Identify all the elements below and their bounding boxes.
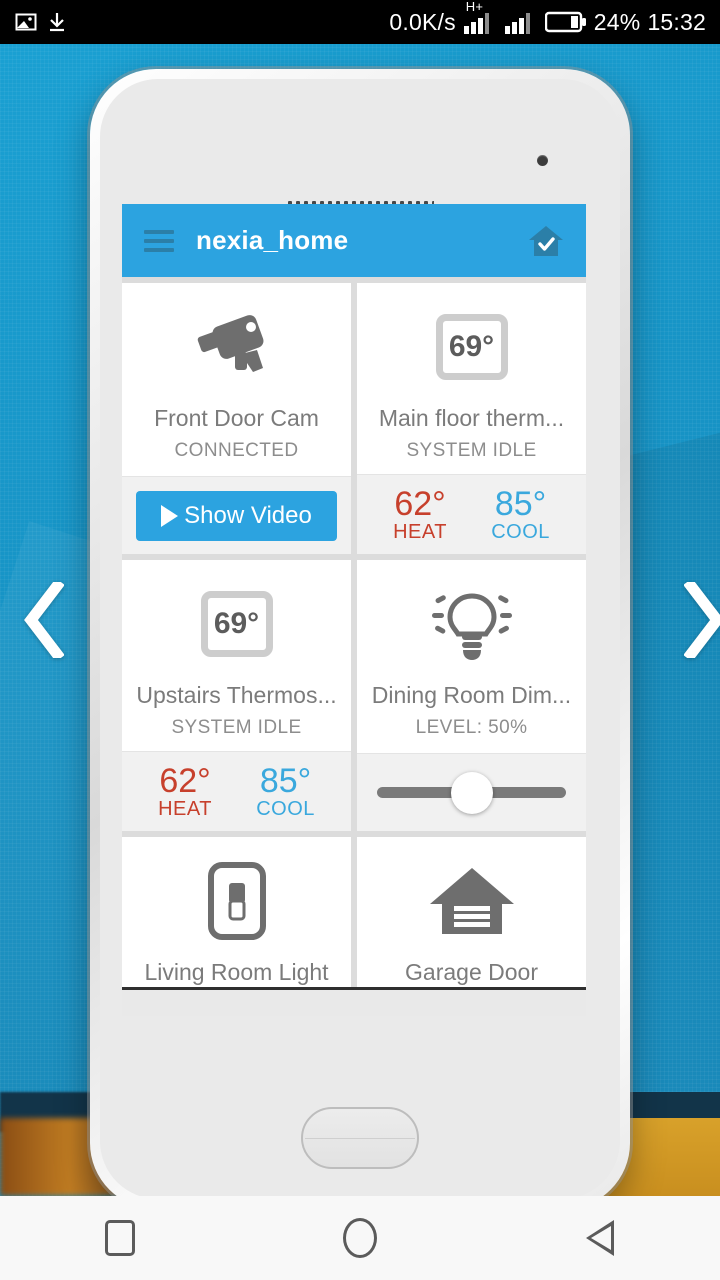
security-camera-icon [191, 305, 283, 389]
signal-bars-1-icon: H+ [463, 0, 497, 35]
heat-setpoint-label: HEAT [158, 797, 212, 820]
home-button[interactable] [300, 1218, 420, 1258]
card-status: CONNECTED [174, 440, 299, 461]
cool-setpoint-value: 85° [259, 762, 312, 801]
card-status: SYSTEM IDLE [406, 440, 537, 461]
phone-home-button[interactable] [301, 1107, 419, 1169]
lightbulb-icon [429, 582, 515, 666]
heat-setpoint-value: 62° [159, 762, 211, 801]
battery-icon [544, 11, 586, 33]
status-bar-left-icons [0, 10, 68, 34]
heat-setpoint-label: HEAT [393, 520, 447, 543]
hamburger-icon[interactable] [144, 229, 174, 252]
card-title: Upstairs Thermos... [136, 682, 337, 709]
device-card-front-door-cam[interactable]: Front Door Cam CONNECTED Show Video [122, 283, 351, 555]
android-status-bar: 0.0K/s H+ 24% 15:32 [0, 0, 720, 44]
card-title: Dining Room Dim... [371, 682, 572, 709]
app-bar: nexia_home [122, 204, 586, 277]
card-title: Garage Door [405, 959, 538, 986]
device-card-garage-door[interactable]: Garage Door CLOSED [357, 837, 586, 990]
card-title: Front Door Cam [154, 405, 319, 431]
thermostat-icon: 69° [435, 305, 508, 389]
signal-bars-2-icon [504, 13, 530, 34]
card-footer: 62° HEAT 85° COOL [122, 751, 351, 832]
heat-setpoint[interactable]: 62° HEAT [393, 487, 447, 542]
thermostat-current-temp: 69° [448, 330, 495, 363]
card-body: 69° Main floor therm... SYSTEM IDLE [357, 283, 586, 474]
triangle-back-icon [586, 1220, 614, 1256]
square-icon [105, 1220, 135, 1256]
app-screen: nexia_home Front Door Cam CONNECTED Show… [122, 204, 586, 1016]
cool-setpoint-label: COOL [491, 520, 550, 543]
device-card-main-floor-thermostat[interactable]: 69° Main floor therm... SYSTEM IDLE 62° … [357, 283, 586, 555]
light-switch-icon [206, 859, 268, 943]
card-title: Living Room Light [144, 959, 329, 986]
garage-door-icon [428, 859, 516, 943]
carousel-next-button[interactable] [660, 44, 720, 1196]
cool-setpoint[interactable]: 85° COOL [256, 764, 315, 819]
screenshot-icon [15, 13, 37, 31]
cool-setpoint[interactable]: 85° COOL [491, 487, 550, 542]
play-icon [161, 504, 179, 527]
circle-icon [343, 1218, 377, 1258]
dimmer-slider-thumb[interactable] [450, 771, 493, 814]
carousel-prev-button[interactable] [0, 44, 88, 1196]
card-body: 69° Upstairs Thermos... SYSTEM IDLE [122, 560, 351, 751]
phone-mockup: nexia_home Front Door Cam CONNECTED Show… [90, 69, 630, 1196]
card-grid-viewport[interactable]: Front Door Cam CONNECTED Show Video 69° … [122, 277, 586, 990]
wallpaper-background: nexia_home Front Door Cam CONNECTED Show… [0, 44, 720, 1196]
grid-clip-edge [122, 987, 586, 990]
card-body: Garage Door CLOSED [357, 837, 586, 990]
setpoints: 62° HEAT 85° COOL [136, 764, 337, 819]
device-card-grid: Front Door Cam CONNECTED Show Video 69° … [122, 277, 586, 990]
card-body: Front Door Cam CONNECTED [122, 283, 351, 476]
device-card-living-room-light[interactable]: Living Room Light OFF [122, 837, 351, 990]
clock-text: 15:32 [647, 8, 706, 35]
card-footer [357, 753, 586, 832]
battery-percent-text: 24% [593, 8, 641, 35]
front-camera-icon [537, 155, 548, 166]
cool-setpoint-label: COOL [256, 797, 315, 820]
chevron-left-icon [24, 582, 64, 658]
download-icon [50, 13, 64, 32]
thermostat-current-temp: 69° [213, 607, 260, 641]
card-body: Living Room Light OFF [122, 837, 351, 990]
cool-setpoint-value: 85° [494, 485, 547, 523]
status-bar-right-indicators: 0.0K/s H+ 24% 15:32 [389, 0, 720, 36]
chevron-right-icon [684, 582, 720, 658]
back-button[interactable] [540, 1220, 660, 1256]
device-card-upstairs-thermostat[interactable]: 69° Upstairs Thermos... SYSTEM IDLE 62° … [122, 560, 351, 832]
heat-setpoint[interactable]: 62° HEAT [158, 764, 212, 819]
card-footer: 62° HEAT 85° COOL [357, 474, 586, 555]
network-speed-text: 0.0K/s [389, 8, 456, 35]
thermostat-icon: 69° [200, 582, 273, 666]
show-video-label: Show Video [184, 501, 312, 529]
card-footer: Show Video [122, 476, 351, 555]
page-title: nexia_home [196, 225, 349, 255]
recent-apps-button[interactable] [60, 1220, 180, 1256]
card-body: Dining Room Dim... LEVEL: 50% [357, 560, 586, 753]
card-status: LEVEL: 50% [415, 717, 528, 739]
heat-setpoint-value: 62° [394, 485, 446, 523]
setpoints: 62° HEAT 85° COOL [371, 487, 572, 542]
card-title: Main floor therm... [378, 405, 565, 431]
dimmer-slider[interactable] [371, 771, 572, 814]
android-navigation-bar [0, 1196, 720, 1280]
home-check-icon[interactable] [528, 224, 564, 258]
show-video-button[interactable]: Show Video [136, 490, 337, 541]
card-status: SYSTEM IDLE [171, 717, 302, 739]
device-card-dining-room-dimmer[interactable]: Dining Room Dim... LEVEL: 50% [357, 560, 586, 832]
